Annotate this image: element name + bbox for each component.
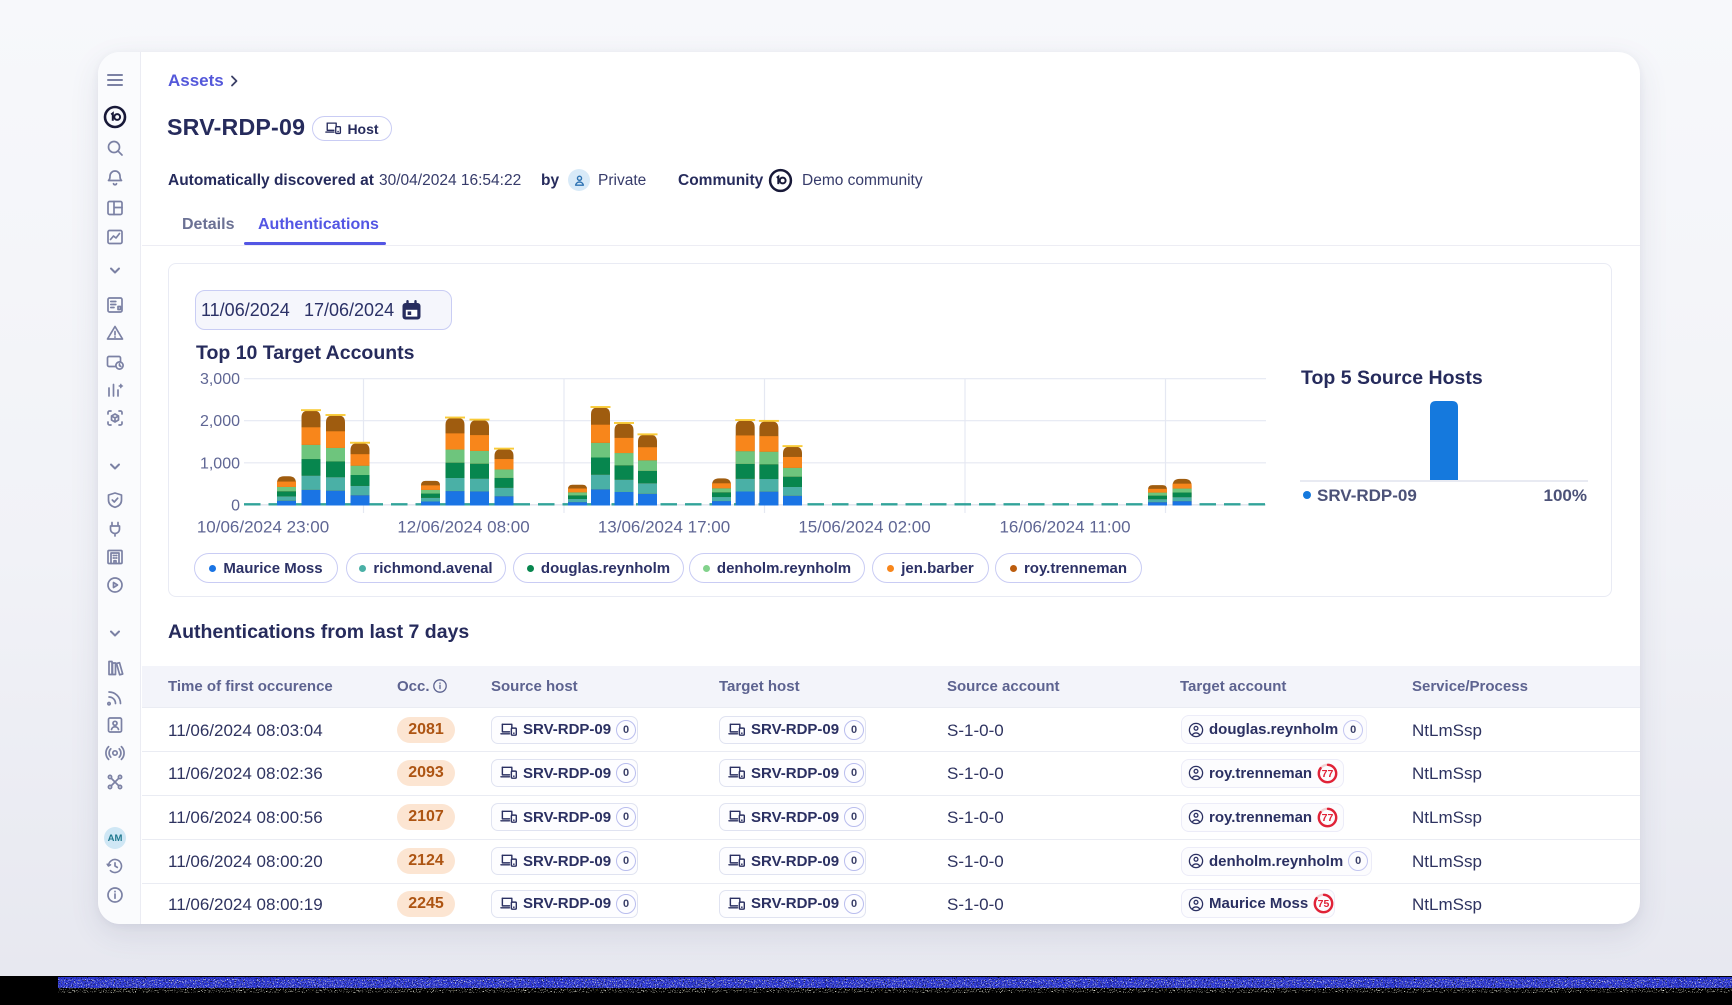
svg-text:0: 0 bbox=[231, 497, 240, 514]
svg-text:2,000: 2,000 bbox=[200, 413, 240, 430]
svg-text:16/06/2024 11:00: 16/06/2024 11:00 bbox=[999, 518, 1130, 537]
svg-text:12/06/2024 08:00: 12/06/2024 08:00 bbox=[397, 518, 529, 537]
svg-text:13/06/2024 17:00: 13/06/2024 17:00 bbox=[598, 518, 730, 537]
svg-text:1,000: 1,000 bbox=[200, 455, 240, 472]
svg-text:10/06/2024 23:00: 10/06/2024 23:00 bbox=[197, 518, 329, 537]
svg-text:75: 75 bbox=[1318, 898, 1330, 910]
svg-text:77: 77 bbox=[1322, 768, 1334, 780]
svg-text:3,000: 3,000 bbox=[200, 371, 240, 388]
svg-text:15/06/2024 02:00: 15/06/2024 02:00 bbox=[798, 518, 930, 537]
svg-text:77: 77 bbox=[1322, 812, 1334, 824]
